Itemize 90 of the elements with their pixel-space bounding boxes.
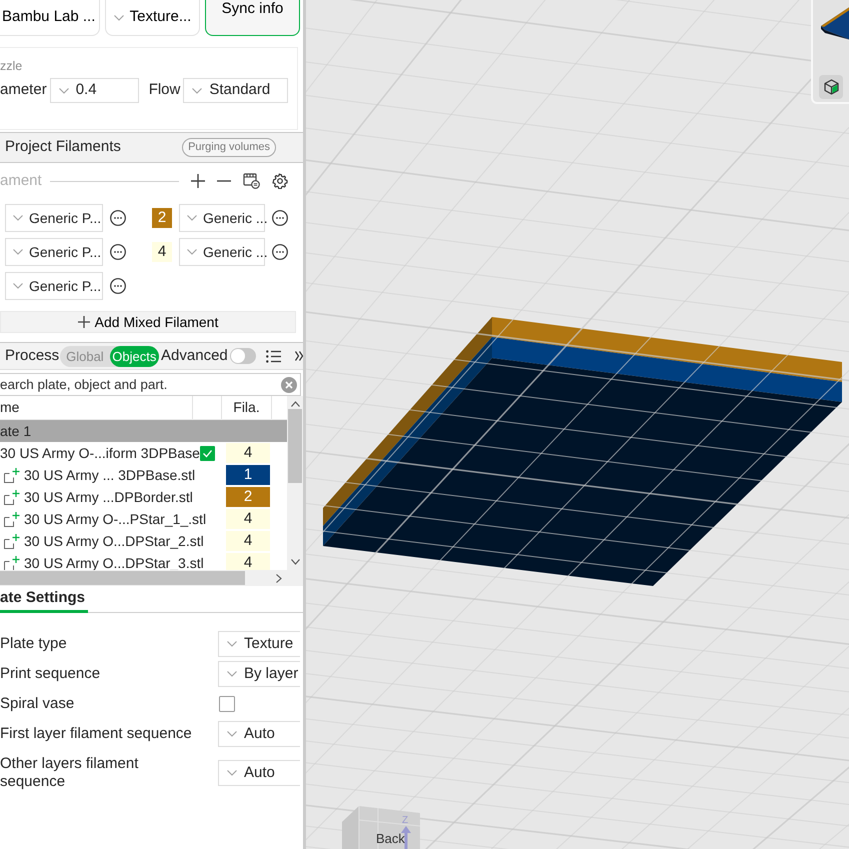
cube-face-label[interactable]: Back [376, 831, 405, 846]
part-icon [4, 512, 20, 526]
part-name[interactable]: 30 US Army ...DPBorder.stl [24, 486, 193, 508]
section-title: Process [5, 346, 60, 366]
scrollbar-thumb[interactable] [288, 409, 302, 483]
checkbox[interactable] [219, 696, 235, 712]
plate-preview-drawing[interactable] [821, 6, 849, 40]
filament-table-icon[interactable] [243, 173, 260, 189]
setting-label: First layer filament sequence [0, 725, 193, 743]
part-name[interactable]: 30 US Army O-...PStar_1_.stl [24, 508, 206, 530]
chevron-double-icon[interactable] [295, 351, 303, 361]
section-label: zzle [0, 59, 22, 73]
section-title: Project Filaments [5, 137, 121, 158]
filament-number[interactable]: 4 [226, 443, 270, 463]
chevron-down-icon [187, 215, 197, 221]
settings-icon[interactable] [272, 173, 288, 189]
clear-icon[interactable] [281, 377, 297, 393]
field-label: ameter [0, 80, 47, 100]
part-icon [4, 490, 20, 504]
caret-up-icon[interactable] [290, 401, 300, 407]
chevron-down-icon [13, 283, 23, 289]
more-options-icon[interactable] [272, 244, 288, 260]
filament-number[interactable]: 4 [226, 553, 270, 570]
filament-number[interactable]: 2 [226, 487, 270, 507]
caret-right-icon[interactable] [276, 574, 282, 582]
vertical-scrollbar[interactable] [287, 396, 303, 570]
add-mixed-filament-button[interactable]: Add Mixed Filament [0, 311, 296, 333]
chevron-down-icon [58, 88, 69, 94]
horizontal-scrollbar[interactable] [0, 570, 287, 586]
chevron-down-icon [227, 671, 237, 677]
setting-label: Spiral vase [0, 695, 76, 713]
field-label: Flow [148, 80, 180, 100]
filament-dropdown[interactable]: Generic P... [5, 204, 103, 232]
filament-number[interactable]: 4 [226, 531, 270, 551]
diameter-dropdown[interactable]: 0.4 [50, 78, 139, 103]
setting-label: Print sequence [0, 665, 102, 683]
plate-row[interactable]: ate 1 [0, 420, 287, 442]
checkbox[interactable] [200, 446, 215, 460]
advanced-toggle[interactable] [230, 348, 256, 364]
setting-dropdown[interactable]: By layer [218, 661, 300, 687]
setting-dropdown[interactable]: Texture [218, 631, 300, 657]
add-icon[interactable] [191, 174, 205, 188]
filament-dropdown[interactable]: Generic ... [179, 238, 265, 266]
chevron-down-icon [13, 215, 23, 221]
caret-down-icon[interactable] [290, 559, 300, 565]
part-name[interactable]: 30 US Army ... 3DPBase.stl [24, 464, 196, 486]
add-icon [78, 316, 90, 328]
column-header[interactable]: me [0, 397, 20, 418]
more-options-icon[interactable] [110, 210, 126, 226]
advanced-label: Advanced [161, 346, 228, 366]
list-icon[interactable] [266, 350, 281, 362]
chevron-down-icon [227, 641, 237, 647]
more-options-icon[interactable] [110, 244, 126, 260]
setting-label: Other layers filament sequence [0, 755, 140, 791]
filament-dropdown[interactable]: Generic ... [179, 204, 265, 232]
filament-dropdown[interactable]: Generic P... [5, 272, 103, 300]
section-label: ament [0, 170, 42, 191]
chevron-down-icon [227, 731, 237, 737]
filament-number[interactable]: 2 [152, 208, 172, 228]
flow-dropdown[interactable]: Standard [183, 78, 288, 103]
filament-number[interactable]: 4 [152, 242, 172, 262]
plate-type-dropdown[interactable]: Texture... [105, 0, 200, 36]
chevron-down-icon [114, 14, 124, 20]
plate-name[interactable]: ate 1 [0, 420, 32, 442]
search-field[interactable]: earch plate, object and part. [0, 373, 301, 396]
chevron-down-icon [227, 770, 237, 776]
part-icon [4, 468, 20, 482]
more-options-icon[interactable] [272, 210, 288, 226]
more-options-icon[interactable] [110, 278, 126, 294]
setting-dropdown[interactable]: Auto [218, 760, 300, 786]
chevron-down-icon [192, 88, 202, 94]
sync-info-button[interactable]: Sync info [205, 0, 300, 36]
purging-volumes-button[interactable]: Purging volumes [182, 138, 276, 157]
cube-icon [824, 79, 838, 95]
scrollbar-thumb[interactable] [0, 571, 245, 585]
object-name[interactable]: 30 US Army O-...iform 3DPBase [0, 442, 200, 464]
part-name[interactable]: 30 US Army O...DPStar_2.stl [24, 530, 204, 552]
view-button[interactable] [819, 75, 843, 99]
filament-number[interactable]: 4 [226, 509, 270, 529]
setting-label: Plate type [0, 635, 68, 653]
view-cube[interactable] [342, 806, 420, 849]
chevron-down-icon [187, 249, 197, 255]
filament-dropdown[interactable]: Generic P... [5, 238, 103, 266]
part-icon [4, 534, 20, 548]
column-header[interactable]: Fila. [233, 397, 260, 418]
filament-number[interactable]: 1 [226, 465, 270, 485]
settings-tab[interactable]: ate Settings [0, 588, 88, 613]
setting-dropdown[interactable]: Auto [218, 721, 300, 747]
chevron-down-icon [13, 249, 23, 255]
printer-button[interactable]: Bambu Lab ... [0, 0, 100, 36]
